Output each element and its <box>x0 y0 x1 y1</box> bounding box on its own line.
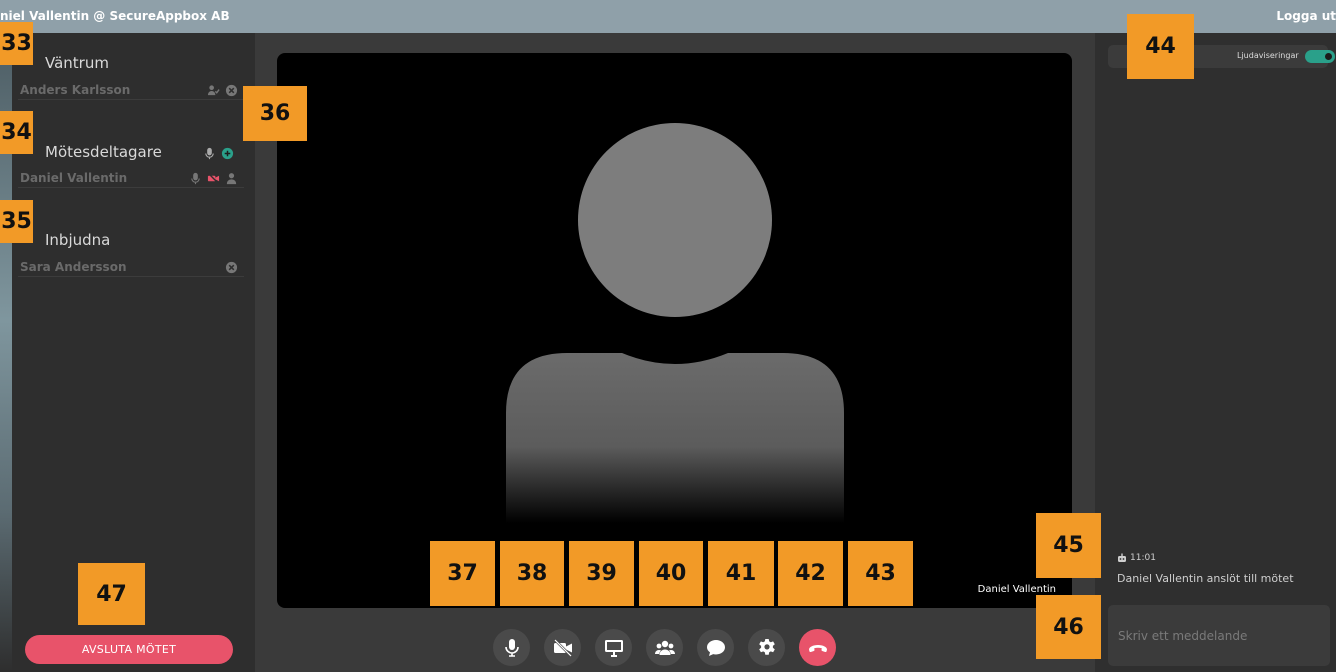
camera-off-icon <box>207 170 220 185</box>
participants-button[interactable] <box>646 629 683 666</box>
mic-icon <box>189 170 202 185</box>
chat-icon <box>706 639 725 656</box>
camera-off-icon <box>552 637 573 658</box>
badge-37: 37 <box>430 541 495 606</box>
badge-34: 34 <box>0 111 33 154</box>
close-circle-icon[interactable] <box>225 259 238 274</box>
avatar-placeholder-icon <box>506 123 844 523</box>
badge-47: 47 <box>78 563 145 625</box>
microphone-icon <box>504 638 519 657</box>
invited-name: Sara Andersson <box>20 260 127 274</box>
mute-all-mic-icon[interactable] <box>203 145 216 160</box>
video-tile: Daniel Vallentin <box>277 53 1072 608</box>
waiting-row: Anders Karlsson <box>18 80 244 100</box>
chat-panel: Ljudaviseringar 11:01 Daniel Vallentin a… <box>1095 33 1336 672</box>
screen-share-button[interactable] <box>595 629 632 666</box>
message-timestamp: 11:01 <box>1117 553 1156 563</box>
badge-40: 40 <box>639 541 703 606</box>
invited-title: Inbjudna <box>45 231 111 249</box>
badge-36: 36 <box>243 86 307 141</box>
waiting-name: Anders Karlsson <box>20 83 131 97</box>
badge-38: 38 <box>500 541 564 606</box>
participants-icon <box>654 640 675 655</box>
badge-44: 44 <box>1127 14 1194 79</box>
close-circle-icon[interactable] <box>225 82 238 97</box>
chat-button[interactable] <box>697 629 734 666</box>
badge-35: 35 <box>0 200 33 243</box>
call-controls <box>493 629 855 666</box>
settings-icon <box>758 638 775 655</box>
add-participant-icon[interactable] <box>221 145 234 160</box>
badge-42: 42 <box>778 541 843 606</box>
end-meeting-button[interactable]: AVSLUTA MÖTET <box>25 635 233 664</box>
camera-toggle-button[interactable] <box>544 629 581 666</box>
participants-title: Mötesdeltagare <box>45 143 162 161</box>
participant-row: Daniel Vallentin <box>18 168 244 188</box>
sound-notifications-label: Ljudaviseringar <box>1237 51 1299 60</box>
badge-45: 45 <box>1036 513 1101 578</box>
badge-39: 39 <box>569 541 634 606</box>
badge-33: 33 <box>0 22 33 65</box>
badge-46: 46 <box>1036 595 1101 659</box>
microphone-button[interactable] <box>493 629 530 666</box>
hang-up-button[interactable] <box>799 629 836 666</box>
chat-message-input[interactable] <box>1108 605 1330 666</box>
system-message: Daniel Vallentin anslöt till mötet <box>1117 572 1294 585</box>
badge-43: 43 <box>848 541 913 606</box>
invited-row: Sara Andersson <box>18 257 244 277</box>
toggle-knob <box>1324 52 1333 61</box>
logout-link[interactable]: Logga ut <box>1276 9 1336 23</box>
participant-name: Daniel Vallentin <box>20 171 128 185</box>
chat-input-box <box>1108 605 1330 666</box>
person-icon <box>225 170 238 185</box>
badge-41: 41 <box>708 541 774 606</box>
video-participant-name: Daniel Vallentin <box>977 584 1056 595</box>
message-time-text: 11:01 <box>1130 553 1156 563</box>
admit-person-icon[interactable] <box>207 82 220 96</box>
settings-button[interactable] <box>748 629 785 666</box>
screen-share-icon <box>604 639 623 657</box>
sound-notifications-toggle[interactable] <box>1305 50 1335 63</box>
logged-in-user: niel Vallentin @ SecureAppbox AB <box>0 9 230 23</box>
robot-icon <box>1118 553 1126 562</box>
hang-up-icon <box>808 644 827 652</box>
waiting-room-title: Väntrum <box>45 54 109 72</box>
